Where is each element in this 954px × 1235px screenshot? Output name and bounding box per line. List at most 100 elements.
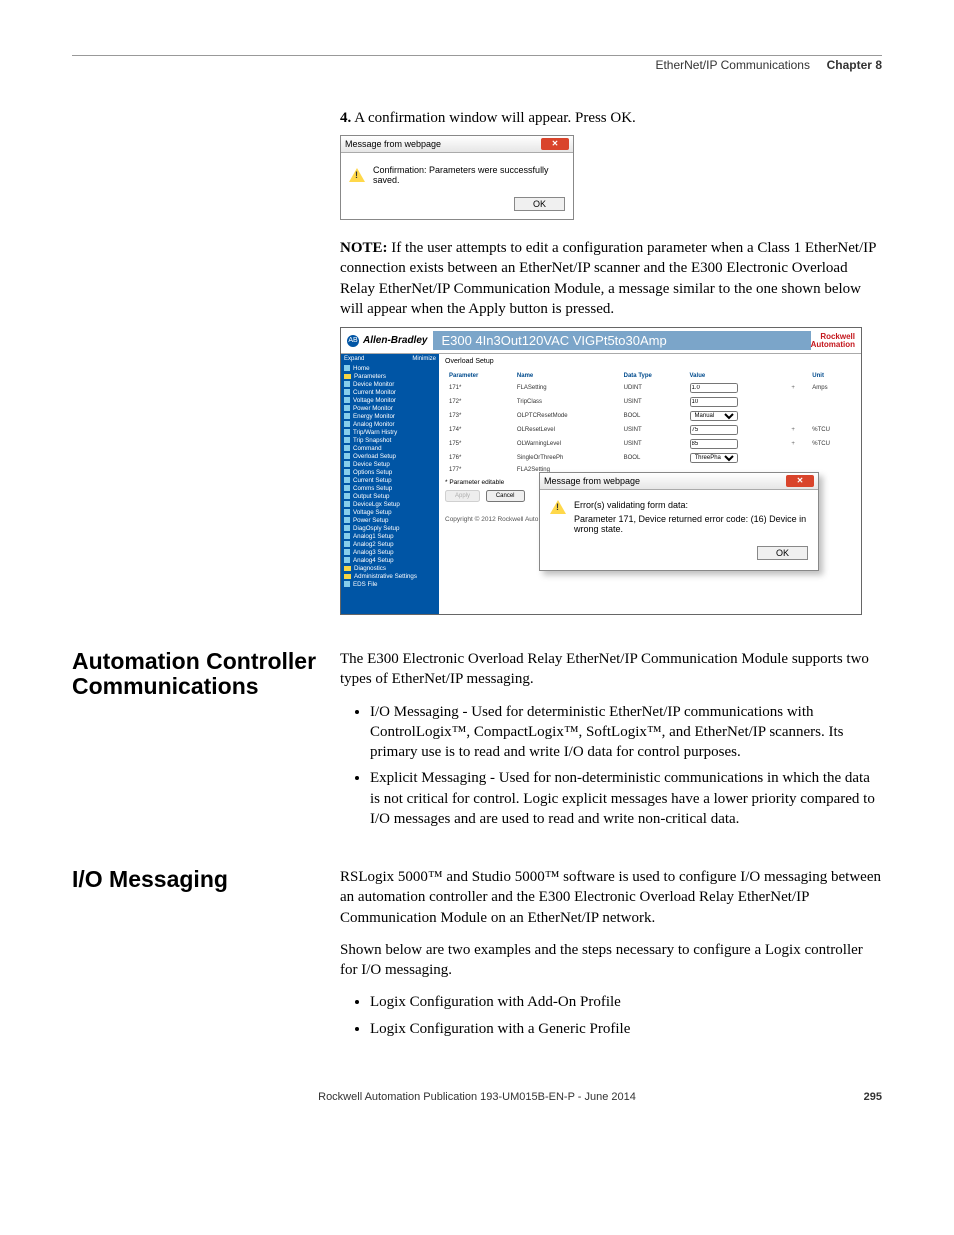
nav-item[interactable]: Output Setup: [353, 493, 389, 500]
allen-bradley-logo: AB Allen-Bradley: [347, 335, 427, 347]
table-row: 172*TripClassUSINT: [445, 395, 855, 409]
param-value-input[interactable]: [690, 425, 738, 435]
nav-item[interactable]: Comms Setup: [353, 485, 392, 492]
ab-icon: AB: [347, 335, 359, 347]
col-unit: Unit: [808, 371, 855, 381]
param-datatype: UDINT: [620, 381, 686, 395]
param-unit: [808, 395, 855, 409]
param-id: 171*: [445, 381, 513, 395]
nav-item[interactable]: Current Setup: [353, 477, 392, 484]
minimize-button[interactable]: Minimize: [412, 356, 436, 362]
nav-item[interactable]: Overload Setup: [353, 453, 396, 460]
nav-parameters[interactable]: Parameters: [354, 373, 386, 380]
page-number: 295: [864, 1091, 882, 1103]
nav-item[interactable]: Trip Snapshot: [353, 437, 391, 444]
param-name: OLPTCResetMode: [513, 409, 620, 423]
ok-button[interactable]: OK: [514, 197, 565, 211]
header-rule: [72, 55, 882, 56]
folder-icon: [344, 566, 351, 571]
table-row: 171*FLASettingUDINT+Amps: [445, 381, 855, 395]
warning-icon: [349, 168, 365, 182]
page-icon: [344, 453, 350, 459]
nav-item[interactable]: Analog4 Setup: [353, 557, 394, 564]
parameter-table: Parameter Name Data Type Value Unit 171*…: [445, 371, 855, 475]
note-text: If the user attempts to edit a configura…: [340, 240, 876, 317]
nav-item[interactable]: Trip/Warn Histry: [353, 429, 397, 436]
param-value-input[interactable]: [690, 397, 738, 407]
page-icon: [344, 381, 350, 387]
page-icon: [344, 421, 350, 427]
nav-item[interactable]: DeviceLgx Setup: [353, 501, 400, 508]
home-icon: [344, 365, 350, 371]
page-icon: [344, 509, 350, 515]
folder-icon: [344, 374, 351, 379]
param-value-input[interactable]: [690, 383, 738, 393]
nav-item[interactable]: Device Monitor: [353, 381, 394, 388]
nav-item[interactable]: Device Setup: [353, 461, 390, 468]
table-row: 173*OLPTCResetModeBOOLManual: [445, 409, 855, 423]
page-icon: [344, 397, 350, 403]
nav-item[interactable]: Options Setup: [353, 469, 392, 476]
sec2-bullet2: Logix Configuration with a Generic Profi…: [370, 1019, 882, 1039]
page-icon: [344, 445, 350, 451]
nav-admin[interactable]: Administrative Settings: [354, 573, 417, 580]
nav-diagnostics[interactable]: Diagnostics: [354, 565, 386, 572]
param-unit: Amps: [808, 381, 855, 395]
param-name: TripClass: [513, 395, 620, 409]
section-heading-io: I/O Messaging: [72, 867, 340, 1051]
param-datatype: BOOL: [620, 451, 686, 465]
param-unit: [808, 409, 855, 423]
nav-item[interactable]: Voltage Monitor: [353, 397, 396, 404]
nav-item[interactable]: Analog2 Setup: [353, 541, 394, 548]
param-unit: %TCU: [808, 423, 855, 437]
error-title: Message from webpage: [544, 476, 640, 486]
step-4: 4. A confirmation window will appear. Pr…: [340, 110, 882, 127]
error-line1: Error(s) validating form data:: [574, 500, 808, 510]
param-name: FLASetting: [513, 381, 620, 395]
nav-eds[interactable]: EDS File: [353, 581, 377, 588]
expand-button[interactable]: Expand: [344, 356, 364, 362]
param-name: OLResetLevel: [513, 423, 620, 437]
param-value-select[interactable]: ThreePhase: [690, 453, 738, 463]
table-row: 176*SingleOrThreePhBOOLThreePhase: [445, 451, 855, 465]
nav-item[interactable]: Energy Monitor: [353, 413, 395, 420]
sec1-bullet1: I/O Messaging - Used for deterministic E…: [370, 702, 882, 763]
error-line2: Parameter 171, Device returned error cod…: [574, 514, 808, 534]
page-footer: Rockwell Automation Publication 193-UM01…: [72, 1091, 882, 1103]
apply-button[interactable]: Apply: [445, 490, 480, 502]
nav-item[interactable]: Power Setup: [353, 517, 388, 524]
param-value-input[interactable]: [690, 439, 738, 449]
param-id: 172*: [445, 395, 513, 409]
nav-item[interactable]: DiagOsply Setup: [353, 525, 399, 532]
overload-setup-screenshot: AB Allen-Bradley E300 4In3Out120VAC VIGP…: [340, 327, 862, 615]
nav-item[interactable]: Power Monitor: [353, 405, 393, 412]
nav-item[interactable]: Analog3 Setup: [353, 549, 394, 556]
close-icon[interactable]: ✕: [786, 475, 814, 487]
param-value-select[interactable]: Manual: [690, 411, 738, 421]
nav-command[interactable]: Command: [353, 445, 382, 452]
page-icon: [344, 557, 350, 563]
page-icon: [344, 525, 350, 531]
nav-home[interactable]: Home: [353, 365, 370, 372]
page-icon: [344, 485, 350, 491]
param-id: 174*: [445, 423, 513, 437]
sec1-p1: The E300 Electronic Overload Relay Ether…: [340, 649, 882, 690]
nav-item[interactable]: Voltage Setup: [353, 509, 392, 516]
param-id: 176*: [445, 451, 513, 465]
nav-item[interactable]: Analog Monitor: [353, 421, 395, 428]
dialog-message: Confirmation: Parameters were successful…: [373, 165, 565, 185]
page-icon: [344, 477, 350, 483]
page-icon: [344, 581, 350, 587]
note-label: NOTE:: [340, 240, 388, 256]
param-id: 177*: [445, 465, 513, 475]
page-icon: [344, 461, 350, 467]
param-datatype: USINT: [620, 423, 686, 437]
header-chapter: Chapter 8: [827, 58, 882, 72]
nav-item[interactable]: Analog1 Setup: [353, 533, 394, 540]
page-icon: [344, 533, 350, 539]
nav-item[interactable]: Current Monitor: [353, 389, 396, 396]
cancel-button[interactable]: Cancel: [486, 490, 525, 502]
close-icon[interactable]: ✕: [541, 138, 569, 150]
page-icon: [344, 517, 350, 523]
ok-button[interactable]: OK: [757, 546, 808, 560]
